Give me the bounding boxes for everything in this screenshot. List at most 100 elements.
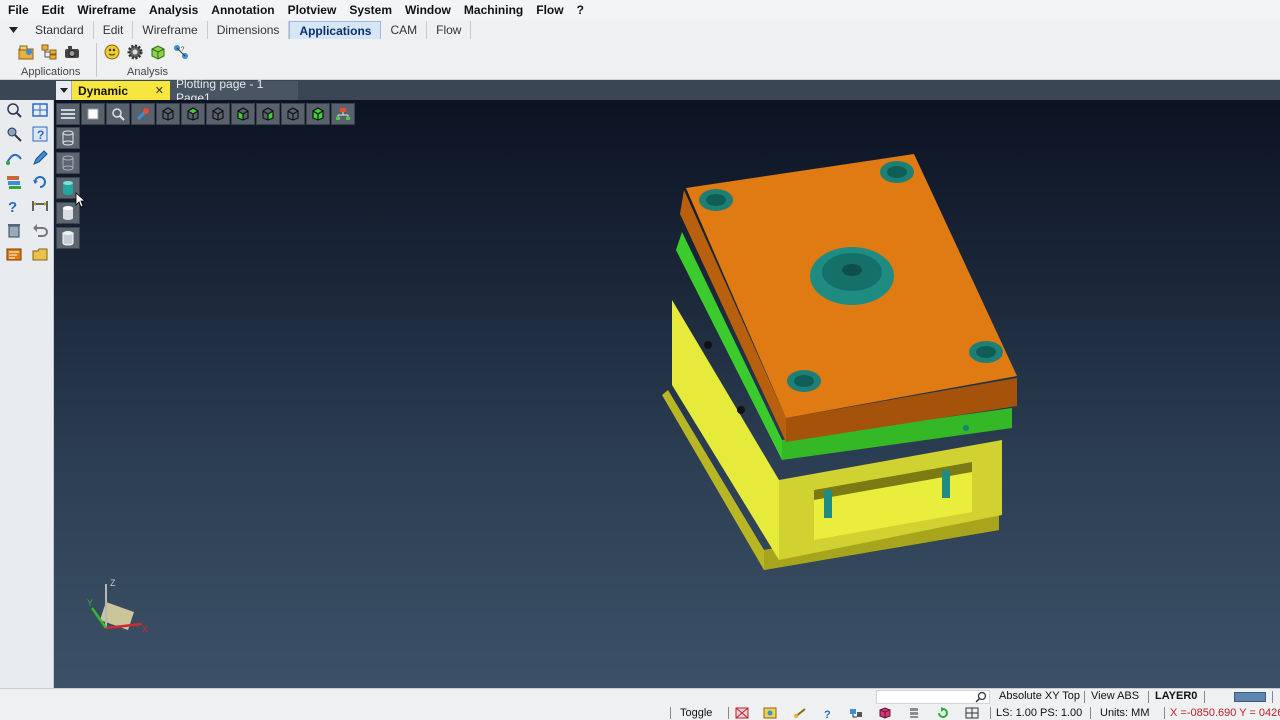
axis-y-label: Y — [87, 598, 93, 608]
search-icon[interactable] — [975, 691, 987, 703]
status-divider — [728, 707, 729, 719]
view-menu-icon[interactable] — [56, 103, 80, 125]
cube-solid-green-icon[interactable] — [306, 103, 330, 125]
trash-icon[interactable] — [4, 220, 24, 240]
solid-cube-icon[interactable] — [877, 706, 893, 720]
status-divider — [990, 707, 991, 719]
rotate-icon[interactable] — [30, 172, 50, 192]
menu-plotview[interactable]: Plotview — [282, 0, 344, 20]
cylinder-edges-icon[interactable] — [56, 227, 80, 249]
menu-annotation[interactable]: Annotation — [205, 0, 281, 20]
menu-file[interactable]: File — [2, 0, 36, 20]
layer-label[interactable]: LAYER0 — [1155, 690, 1197, 702]
menu-system[interactable]: System — [343, 0, 399, 20]
left-toolbar: ? ? — [0, 100, 54, 688]
mold-base-model[interactable] — [654, 150, 1034, 580]
tab-flow[interactable]: Flow — [427, 21, 472, 39]
measure-analysis-icon[interactable]: ? — [171, 42, 190, 61]
view-abs-label[interactable]: View ABS — [1091, 690, 1139, 702]
menu-help[interactable]: ? — [571, 0, 591, 20]
menu-edit[interactable]: Edit — [36, 0, 72, 20]
solid-analysis-icon[interactable] — [148, 42, 167, 61]
axis-z-label: Z — [110, 578, 116, 588]
cube-wire-icon[interactable] — [156, 103, 180, 125]
gear-icon[interactable] — [125, 42, 144, 61]
undo-icon[interactable] — [30, 220, 50, 240]
stack-icon[interactable] — [906, 706, 922, 720]
view-square-icon[interactable] — [81, 103, 105, 125]
units-label: Units: MM — [1100, 707, 1150, 719]
chevron-down-icon — [8, 27, 18, 33]
ribbon-group-label-applications: Applications — [21, 66, 81, 78]
cube-green-right-icon[interactable] — [256, 103, 280, 125]
face-analysis-icon[interactable] — [102, 42, 121, 61]
layer-manager-icon[interactable] — [4, 172, 24, 192]
menu-window[interactable]: Window — [399, 0, 458, 20]
color-swatch[interactable] — [1234, 692, 1266, 702]
menu-wireframe[interactable]: Wireframe — [71, 0, 143, 20]
cylinder-wire-icon[interactable] — [56, 152, 80, 174]
view-tab-dropdown[interactable] — [56, 81, 72, 100]
guide-bushing — [699, 189, 733, 211]
curve-edit-icon[interactable] — [4, 148, 24, 168]
menu-analysis[interactable]: Analysis — [143, 0, 205, 20]
grid-icon[interactable] — [964, 706, 980, 720]
axis-triad: Z X Y — [87, 578, 148, 634]
chevron-down-icon — [59, 88, 68, 93]
open-application-icon[interactable] — [16, 42, 35, 61]
status-divider — [670, 707, 671, 719]
tree-application-icon[interactable] — [39, 42, 58, 61]
tab-applications[interactable]: Applications — [289, 21, 382, 39]
dimension-tool-icon[interactable] — [792, 706, 808, 720]
snap-point-icon[interactable] — [762, 706, 778, 720]
fit-view-icon[interactable] — [30, 100, 50, 120]
dimension-icon[interactable] — [30, 196, 50, 216]
tab-plotting-page[interactable]: Plotting page - 1 Page1 — [170, 77, 298, 105]
ribbon-group-label-analysis: Analysis — [127, 66, 168, 78]
cube-green-top-icon[interactable] — [181, 103, 205, 125]
camera-icon[interactable] — [62, 42, 81, 61]
grid-snap-icon[interactable] — [734, 706, 750, 720]
help-icon[interactable]: ? — [820, 706, 836, 720]
tab-dimensions[interactable]: Dimensions — [208, 21, 290, 39]
tab-cam[interactable]: CAM — [381, 21, 428, 39]
menu-machining[interactable]: Machining — [458, 0, 530, 20]
open-folder-icon[interactable] — [30, 244, 50, 264]
mouse-cursor-icon — [75, 192, 85, 208]
refresh-icon[interactable] — [935, 706, 951, 720]
model-tree-icon[interactable] — [331, 103, 355, 125]
ribbon-group-analysis: ? Analysis — [102, 39, 198, 80]
tab-edit[interactable]: Edit — [94, 21, 134, 39]
cube-outline-icon[interactable] — [206, 103, 230, 125]
menu-flow[interactable]: Flow — [530, 0, 570, 20]
cube-green-left-icon[interactable] — [231, 103, 255, 125]
wrench-icon[interactable] — [131, 103, 155, 125]
help-query-icon[interactable]: ? — [30, 124, 50, 144]
view-name-label[interactable]: Absolute XY Top — [999, 690, 1080, 702]
pan-view-icon[interactable] — [4, 124, 24, 144]
ribbon-divider — [96, 43, 97, 77]
zoom-window-icon[interactable] — [4, 100, 24, 120]
tab-wireframe[interactable]: Wireframe — [133, 21, 208, 39]
tab-standard[interactable]: Standard — [26, 21, 94, 39]
properties-icon[interactable] — [4, 244, 24, 264]
zoom-icon[interactable] — [106, 103, 130, 125]
query-icon[interactable]: ? — [4, 196, 24, 216]
close-icon[interactable]: ✕ — [155, 84, 164, 97]
locating-ring — [810, 247, 894, 305]
cube-iso-icon[interactable] — [281, 103, 305, 125]
view-toolbar — [56, 103, 355, 125]
toggle-button[interactable]: Toggle — [680, 707, 712, 719]
cursor-coordinates: X =-0850.690 Y = 0426 — [1170, 707, 1280, 719]
ribbon-dropdown-button[interactable] — [0, 21, 26, 39]
guide-bushing — [969, 341, 1003, 363]
tab-dynamic[interactable]: Dynamic ✕ — [72, 81, 170, 100]
cylinder-outline-icon[interactable] — [56, 127, 80, 149]
status-search-input[interactable] — [876, 690, 990, 704]
network-icon[interactable] — [848, 706, 864, 720]
ribbon-tab-bar: Standard Edit Wireframe Dimensions Appli… — [0, 20, 1280, 39]
pencil-icon[interactable] — [30, 148, 50, 168]
status-bar: Absolute XY Top View ABS LAYER0 Toggle ?… — [0, 688, 1280, 720]
3d-viewport[interactable]: Z X Y — [54, 100, 1280, 688]
svg-text:?: ? — [37, 128, 44, 142]
